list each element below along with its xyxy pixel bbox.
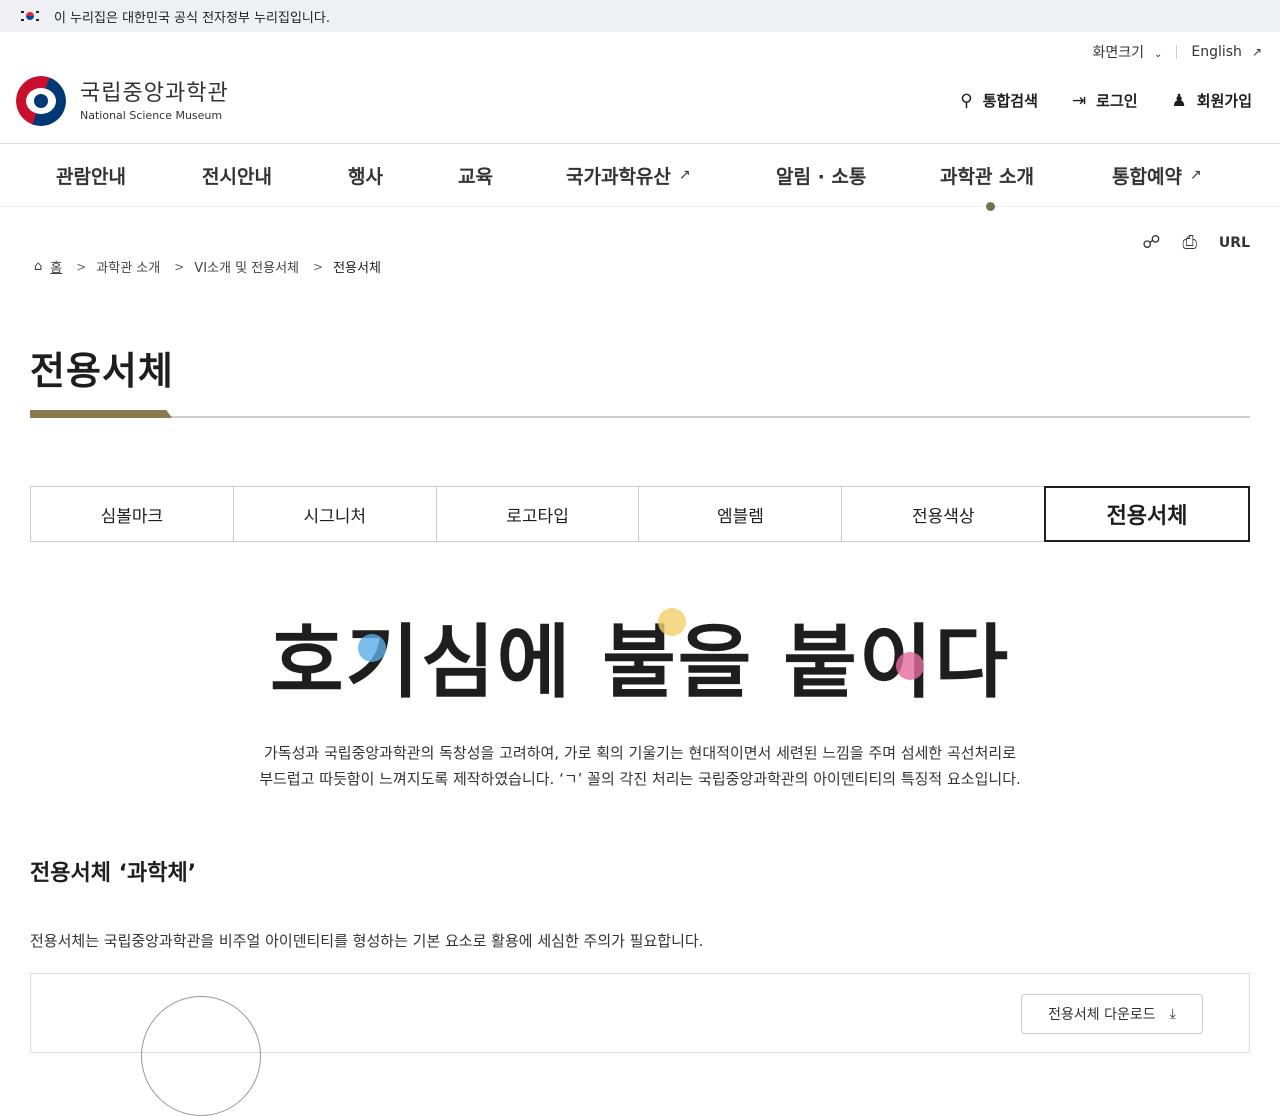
emblem-icon <box>16 76 66 126</box>
nav-item-heritage[interactable]: 국가과학유산 ↗ <box>566 144 691 206</box>
chevron-right-icon: > <box>76 259 87 274</box>
share-icon[interactable]: ☍ <box>1142 232 1160 253</box>
breadcrumb-current: 전용서체 <box>333 261 381 276</box>
title-divider <box>30 416 1250 418</box>
main-nav: 관람안내 전시안내 행사 교육 국가과학유산 ↗ 알림 · 소통 과학관 소개 통… <box>0 143 1280 207</box>
logo-korean: 국립중앙과학관 <box>80 80 229 106</box>
signup-button[interactable]: ♟ 회원가입 <box>1172 90 1252 111</box>
page-title: 전용서체 <box>30 349 174 393</box>
yellow-dot-icon <box>657 608 686 636</box>
login-icon: ⇥ <box>1071 90 1087 111</box>
site-logo[interactable]: 국립중앙과학관 National Science Museum <box>16 76 229 126</box>
print-icon[interactable]: ⎙ <box>1183 232 1197 253</box>
typeface-description: 가독성과 국립중앙과학관의 독창성을 고려하여, 가로 획의 기울기는 현대적이… <box>259 744 1021 788</box>
pink-dot-icon <box>895 652 924 680</box>
breadcrumb-level1[interactable]: 과학관 소개 <box>96 257 160 276</box>
search-button[interactable]: ⚲ 통합검색 <box>960 90 1038 111</box>
nav-item-news[interactable]: 알림 · 소통 <box>776 144 866 206</box>
tab-colors[interactable]: 전용색상 <box>842 487 1046 541</box>
active-nav-indicator <box>986 202 995 211</box>
utility-menu: 화면크기 ⌄ English ↗ <box>1092 40 1262 64</box>
tab-logotype[interactable]: 로고타입 <box>437 487 640 541</box>
gov-banner-text: 이 누리집은 대한민국 공식 전자정부 누리집입니다. <box>54 10 330 26</box>
nav-item-reservation[interactable]: 통합예약 ↗ <box>1112 144 1202 206</box>
blue-dot-icon <box>357 634 386 662</box>
typeface-preview-circle <box>141 996 261 1116</box>
font-size-button[interactable]: 화면크기 ⌄ <box>1092 42 1162 62</box>
user-add-icon: ♟ <box>1171 90 1187 111</box>
section-title: 전용서체 ‘과학체’ <box>30 861 197 886</box>
korea-flag-icon <box>20 9 40 23</box>
login-button[interactable]: ⇥ 로그인 <box>1072 90 1138 111</box>
nav-item-events[interactable]: 행사 <box>348 144 383 206</box>
breadcrumb-level2[interactable]: VI소개 및 전용서체 <box>194 257 299 276</box>
page-tools: ☍ ⎙ URL <box>1120 232 1250 253</box>
external-link-icon: ↗ <box>1251 45 1262 59</box>
download-icon: ⤓ <box>1169 1006 1176 1022</box>
logo-english: National Science Museum <box>80 108 223 122</box>
english-link[interactable]: English ↗ <box>1191 44 1262 60</box>
external-link-icon: ↗ <box>678 167 691 183</box>
nav-item-about[interactable]: 과학관 소개 <box>940 144 1034 206</box>
breadcrumb: ⌂ 홈 > 과학관 소개 > VI소개 및 전용서체 > 전용서체 <box>34 257 381 276</box>
nav-item-visit[interactable]: 관람안내 <box>56 144 126 206</box>
header-actions: ⚲ 통합검색 ⇥ 로그인 ♟ 회원가입 <box>926 90 1252 111</box>
download-button[interactable]: 전용서체 다운로드 ⤓ <box>1021 994 1203 1034</box>
url-copy-button[interactable]: URL <box>1219 235 1250 251</box>
search-icon: ⚲ <box>960 90 973 111</box>
external-link-icon: ↗ <box>1189 167 1202 183</box>
home-icon: ⌂ <box>34 259 43 274</box>
gov-banner: 이 누리집은 대한민국 공식 전자정부 누리집입니다. <box>0 0 1280 32</box>
tab-symbol-mark[interactable]: 심볼마크 <box>31 487 234 541</box>
nav-item-education[interactable]: 교육 <box>458 144 493 206</box>
chevron-down-icon: ⌄ <box>1153 49 1163 60</box>
title-accent-bar <box>30 410 172 418</box>
nav-item-exhibition[interactable]: 전시안내 <box>202 144 272 206</box>
chevron-right-icon: > <box>313 259 324 274</box>
tab-typeface[interactable]: 전용서체 <box>1044 486 1250 542</box>
typeface-card: 전용서체 다운로드 ⤓ <box>30 973 1250 1116</box>
tab-signature[interactable]: 시그니처 <box>234 487 437 541</box>
tab-emblem[interactable]: 엠블렘 <box>639 487 843 541</box>
slogan-visual: 호기심에 불을 붙이다 <box>0 598 1280 714</box>
chevron-right-icon: > <box>174 259 185 274</box>
breadcrumb-home[interactable]: 홈 <box>50 257 62 276</box>
vi-tabs: 심볼마크 시그니처 로고타입 엠블렘 전용색상 전용서체 <box>30 486 1250 542</box>
divider <box>1176 45 1178 59</box>
section-description: 전용서체는 국립중앙과학관을 비주얼 아이덴티티를 형성하는 기본 요소로 활용… <box>30 932 704 950</box>
